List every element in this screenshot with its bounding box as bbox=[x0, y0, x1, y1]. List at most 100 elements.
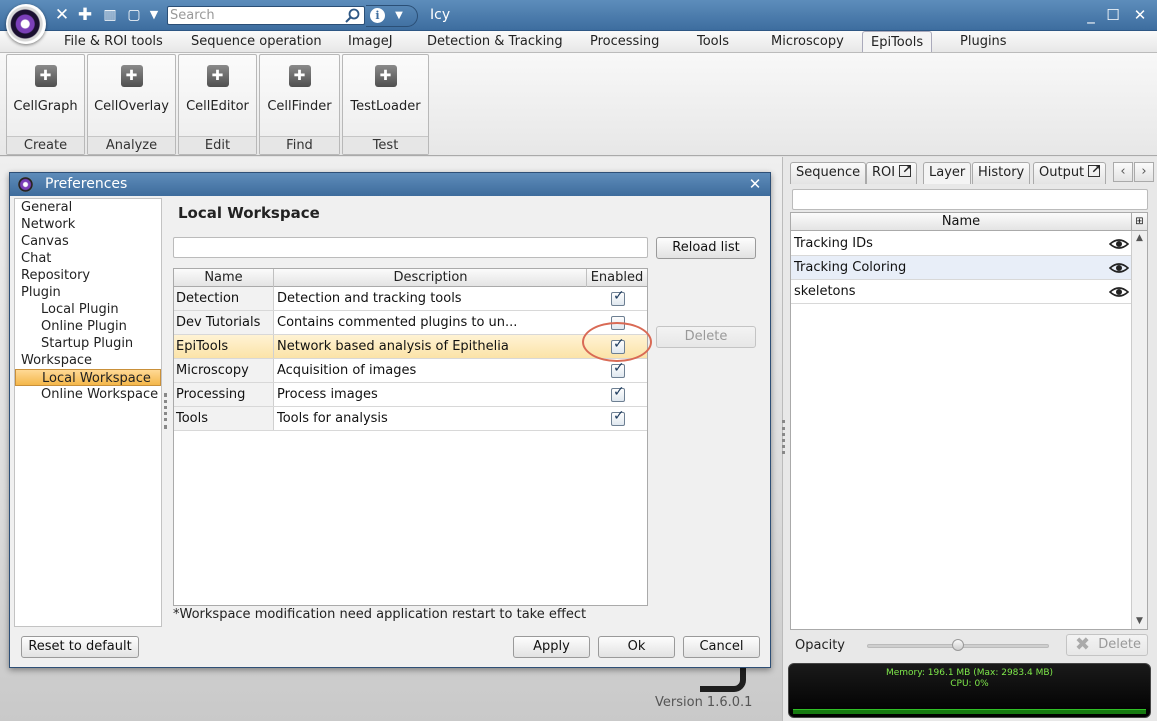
cellgraph-button[interactable]: ✚ CellGraph bbox=[7, 55, 84, 137]
tree-item-startup-plugin[interactable]: Startup Plugin bbox=[15, 335, 161, 352]
splitter-handle[interactable] bbox=[164, 393, 168, 429]
tab-sequence[interactable]: Sequence bbox=[790, 162, 867, 184]
tree-item-workspace[interactable]: Workspace bbox=[15, 352, 161, 369]
tab-plugins[interactable]: Plugins bbox=[960, 31, 1007, 53]
row-name: Processing bbox=[174, 383, 274, 406]
tree-item-local-plugin[interactable]: Local Plugin bbox=[15, 301, 161, 318]
enabled-checkbox[interactable]: ✓ bbox=[611, 336, 625, 354]
tree-item-repository[interactable]: Repository bbox=[15, 267, 161, 284]
tab-scroll-right-icon[interactable]: › bbox=[1134, 162, 1154, 182]
tab-microscopy[interactable]: Microscopy bbox=[771, 31, 844, 53]
apply-button[interactable]: Apply bbox=[513, 636, 590, 658]
column-header-name[interactable]: Name bbox=[174, 269, 274, 287]
celleditor-button[interactable]: ✚ CellEditor bbox=[179, 55, 256, 137]
tree-item-general[interactable]: General bbox=[15, 199, 161, 216]
enabled-checkbox[interactable]: ✓ bbox=[611, 360, 625, 378]
memory-usage: Memory: 196.1 MB (Max: 2983.4 MB) bbox=[885, 668, 1054, 678]
column-header-enabled[interactable]: Enabled bbox=[587, 269, 647, 287]
eye-icon[interactable] bbox=[1109, 260, 1129, 276]
enabled-checkbox[interactable]: ✓ bbox=[611, 408, 625, 426]
eye-icon[interactable] bbox=[1109, 236, 1129, 252]
table-row[interactable]: Detection Detection and tracking tools ✓ bbox=[174, 287, 647, 311]
eye-icon[interactable] bbox=[1109, 284, 1129, 300]
row-name: Detection bbox=[174, 287, 274, 310]
testloader-button[interactable]: ✚ TestLoader bbox=[343, 55, 428, 137]
close-icon[interactable]: ✕ bbox=[746, 175, 764, 193]
ribbon-tabs: File & ROI tools Sequence operation Imag… bbox=[0, 31, 1157, 54]
scroll-up-icon[interactable]: ▲ bbox=[1132, 231, 1147, 246]
table-row[interactable]: Dev Tutorials Contains commented plugins… bbox=[174, 311, 647, 335]
tree-item-chat[interactable]: Chat bbox=[15, 250, 161, 267]
group-label-edit: Edit bbox=[179, 136, 256, 154]
page-title: Local Workspace bbox=[178, 204, 320, 222]
tree-item-network[interactable]: Network bbox=[15, 216, 161, 233]
celloverlay-button[interactable]: ✚ CellOverlay bbox=[88, 55, 175, 137]
search-icon[interactable] bbox=[344, 8, 360, 24]
group-label-find: Find bbox=[260, 136, 339, 154]
layer-row[interactable]: skeletons bbox=[791, 280, 1131, 304]
table-row[interactable]: Tools Tools for analysis ✓ bbox=[174, 407, 647, 431]
tab-scroll-left-icon[interactable]: ‹ bbox=[1113, 162, 1133, 182]
tab-sequence-operation[interactable]: Sequence operation bbox=[191, 31, 322, 53]
table-row[interactable]: Microscopy Acquisition of images ✓ bbox=[174, 359, 647, 383]
tab-file-roi-tools[interactable]: File & ROI tools bbox=[64, 31, 163, 53]
version-label: Version 1.6.0.1 bbox=[655, 695, 753, 710]
reset-to-default-button[interactable]: Reset to default bbox=[21, 636, 139, 658]
info-chevron-icon[interactable]: ▼ bbox=[389, 6, 409, 26]
external-window-icon[interactable] bbox=[1088, 159, 1101, 179]
tab-history[interactable]: History bbox=[972, 162, 1031, 184]
external-window-icon[interactable] bbox=[899, 159, 912, 179]
column-options-icon[interactable]: ⊞ bbox=[1131, 213, 1147, 231]
panel-splitter-handle[interactable] bbox=[782, 420, 786, 454]
minimize-icon[interactable]: _ bbox=[1081, 5, 1101, 25]
app-icon bbox=[18, 177, 33, 192]
ok-button[interactable]: Ok bbox=[598, 636, 675, 658]
cellfinder-button[interactable]: ✚ CellFinder bbox=[260, 55, 339, 137]
tab-processing[interactable]: Processing bbox=[590, 31, 659, 53]
window-icon[interactable]: ▢ bbox=[124, 5, 144, 25]
search-input[interactable] bbox=[170, 7, 340, 24]
column-header-name[interactable]: Name bbox=[791, 213, 1131, 231]
tree-item-plugin[interactable]: Plugin bbox=[15, 284, 161, 301]
scroll-down-icon[interactable]: ▼ bbox=[1132, 614, 1147, 629]
tree-item-canvas[interactable]: Canvas bbox=[15, 233, 161, 250]
close-icon[interactable]: ✕ bbox=[1130, 5, 1150, 25]
preferences-title-bar[interactable]: Preferences ✕ bbox=[10, 173, 770, 196]
opacity-slider-handle[interactable] bbox=[952, 639, 964, 651]
tab-imagej[interactable]: ImageJ bbox=[348, 31, 393, 53]
puzzle-icon: ✚ bbox=[120, 65, 143, 87]
layout-icon[interactable]: ▥ bbox=[100, 5, 120, 25]
tab-tools[interactable]: Tools bbox=[697, 31, 729, 53]
reload-list-button[interactable]: Reload list bbox=[656, 237, 756, 259]
filter-input[interactable] bbox=[173, 237, 648, 258]
chevron-down-icon[interactable]: ▼ bbox=[144, 5, 164, 25]
layer-row[interactable]: Tracking IDs bbox=[791, 232, 1131, 256]
vertical-scrollbar[interactable]: ▲ ▼ bbox=[1131, 231, 1147, 629]
tree-item-online-plugin[interactable]: Online Plugin bbox=[15, 318, 161, 335]
tree-item-online-workspace[interactable]: Online Workspace bbox=[15, 386, 161, 403]
plugin-icon[interactable]: ✚ bbox=[75, 5, 95, 25]
table-row[interactable]: EpiTools Network based analysis of Epith… bbox=[174, 335, 647, 359]
enabled-checkbox[interactable]: ✓ bbox=[611, 288, 625, 306]
cancel-button[interactable]: Cancel bbox=[683, 636, 760, 658]
tab-roi[interactable]: ROI bbox=[866, 159, 918, 184]
layer-filter-input[interactable] bbox=[792, 189, 1148, 210]
row-name: EpiTools bbox=[174, 335, 274, 358]
ribbon-group-create: ✚ CellGraph Create bbox=[6, 54, 85, 155]
table-row[interactable]: Processing Process images ✓ bbox=[174, 383, 647, 407]
search-field[interactable] bbox=[167, 6, 365, 25]
app-logo[interactable] bbox=[6, 4, 46, 44]
info-icon[interactable]: i bbox=[370, 8, 385, 23]
tab-epitools[interactable]: EpiTools bbox=[862, 31, 933, 54]
tree-item-local-workspace[interactable]: Local Workspace bbox=[15, 369, 161, 386]
tools-icon[interactable]: ✕ bbox=[52, 5, 72, 25]
layer-row[interactable]: Tracking Coloring bbox=[791, 256, 1131, 280]
column-header-description[interactable]: Description bbox=[275, 269, 587, 287]
maximize-icon[interactable]: ☐ bbox=[1103, 5, 1123, 25]
tab-layer[interactable]: Layer bbox=[923, 162, 972, 184]
memory-monitor[interactable]: Memory: 196.1 MB (Max: 2983.4 MB) CPU: 0… bbox=[788, 663, 1151, 718]
tab-output[interactable]: Output bbox=[1033, 159, 1107, 184]
tab-detection-tracking[interactable]: Detection & Tracking bbox=[427, 31, 563, 53]
enabled-checkbox[interactable] bbox=[611, 316, 625, 330]
enabled-checkbox[interactable]: ✓ bbox=[611, 384, 625, 402]
